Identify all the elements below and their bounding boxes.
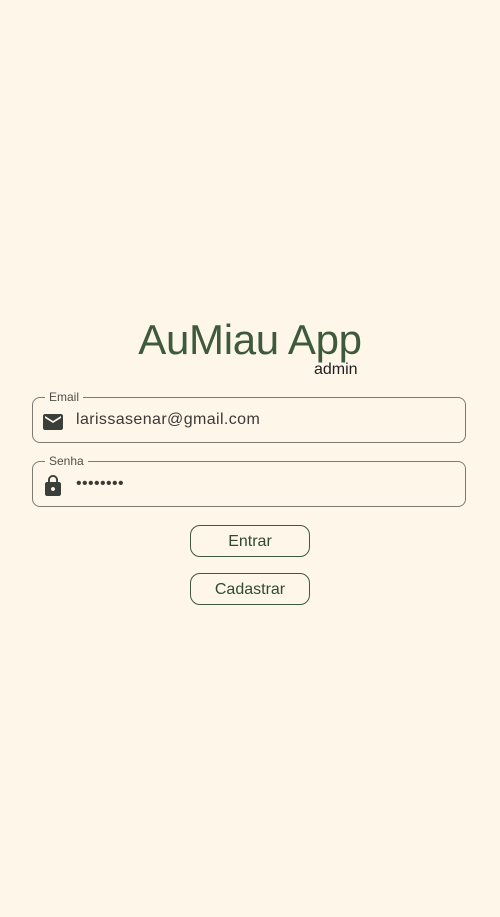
cadastrar-button[interactable]: Cadastrar <box>190 573 310 605</box>
mail-icon <box>41 410 65 434</box>
email-field[interactable]: Email <box>32 390 466 443</box>
email-input[interactable] <box>76 398 456 442</box>
lock-icon <box>41 474 65 498</box>
password-input[interactable] <box>76 462 456 506</box>
app-title: AuMiau App <box>138 316 362 363</box>
app-header: AuMiau App <box>0 316 500 364</box>
entrar-button[interactable]: Entrar <box>190 525 310 557</box>
password-field[interactable]: Senha <box>32 454 466 507</box>
app-subtitle: admin <box>314 361 358 378</box>
